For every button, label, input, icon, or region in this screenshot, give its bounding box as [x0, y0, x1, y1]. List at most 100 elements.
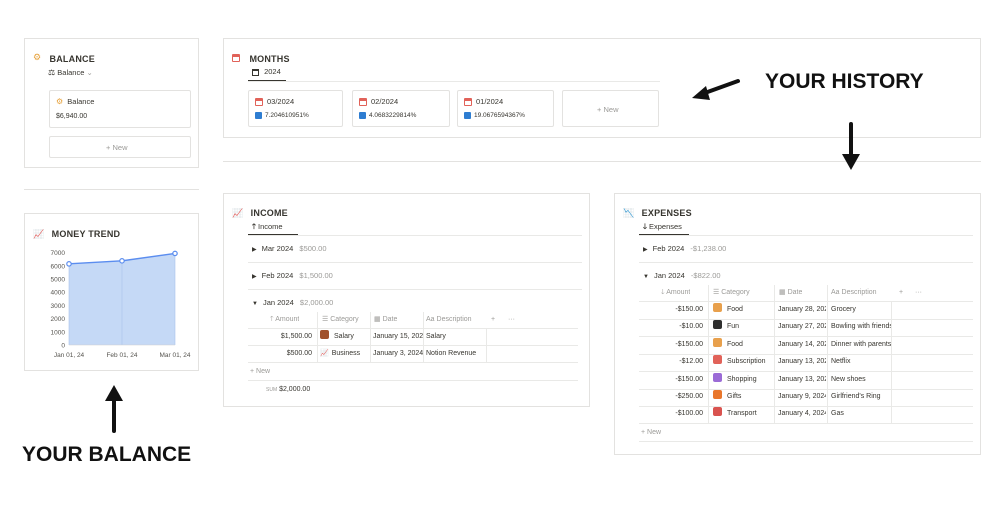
cell-amount[interactable]: -$150.00	[639, 372, 707, 388]
cell-date[interactable]: January 4, 2024	[778, 406, 826, 422]
cell-category[interactable]: Food	[713, 337, 773, 353]
expenses-group-jan[interactable]: ▼ Jan 2024 -$822.00	[643, 271, 721, 280]
up-arrow-icon	[105, 385, 123, 433]
column-header-amount[interactable]: 🡑 Amount	[270, 312, 299, 328]
money-trend-chart: 7000 6000 5000 4000 3000 2000 1000 0 Jan 01, 24 F…	[51, 250, 191, 359]
data-point	[66, 261, 72, 267]
cell-date[interactable]: January 14, 2024	[778, 337, 826, 353]
cell-description[interactable]: Notion Revenue	[426, 346, 486, 362]
cell-category[interactable]: 📈 Business	[320, 346, 370, 362]
column-header-date[interactable]: ▦ Date	[374, 312, 397, 328]
balance-header: ⚙ BALANCE	[33, 49, 95, 67]
months-new-label: New	[603, 105, 619, 114]
cell-description[interactable]: Bowling with friends	[831, 319, 891, 335]
divider	[248, 289, 582, 290]
more-options-icon[interactable]: ···	[508, 312, 515, 328]
cell-date[interactable]: January 27, 2024	[778, 319, 826, 335]
cell-date[interactable]: January 3, 2024	[373, 346, 423, 362]
column-label: Date	[382, 316, 398, 323]
column-header-description[interactable]: Aa Description	[831, 285, 877, 301]
month-card[interactable]: 02/2024 4.0683229814%	[352, 90, 450, 127]
month-card-value: 7.204610951%	[265, 112, 309, 120]
cell-description[interactable]: Netflix	[831, 354, 891, 370]
cell-amount[interactable]: $1,500.00	[248, 329, 316, 345]
add-column-button[interactable]: +	[899, 285, 903, 301]
cell-amount[interactable]: -$10.00	[639, 319, 707, 335]
cell-date[interactable]: January 9, 2024	[778, 389, 826, 405]
group-label: Mar 2024	[261, 244, 294, 253]
cell-category[interactable]: Fun	[713, 319, 773, 335]
income-group-mar[interactable]: ▶ Mar 2024 $500.00	[252, 244, 327, 253]
sum-value: $2,000.00	[279, 386, 311, 393]
category-icon	[713, 355, 722, 365]
expenses-header: 📉 EXPENSES	[623, 203, 692, 221]
column-divider	[827, 285, 828, 423]
month-card-title: 02/2024	[371, 97, 399, 106]
add-column-button[interactable]: +	[491, 312, 495, 328]
money-trend-panel: 📈 MONEY TREND 7000 6000 5000 4000 3000 2000 10…	[24, 213, 199, 371]
group-total: -$1,238.00	[690, 244, 727, 253]
cell-date[interactable]: January 13, 2024	[778, 372, 826, 388]
cell-category[interactable]: Salary	[320, 329, 370, 345]
cell-category[interactable]: Transport	[713, 406, 773, 422]
group-total: $1,500.00	[299, 271, 333, 280]
income-group-jan[interactable]: ▼ Jan 2024 $2,000.00	[252, 298, 333, 307]
x-tick-label: Jan 01, 24	[54, 352, 85, 359]
months-tab-2024[interactable]: 2024	[252, 67, 281, 76]
triangle-right-icon: ▶	[643, 247, 648, 253]
cell-amount[interactable]: -$12.00	[639, 354, 707, 370]
calendar-icon	[464, 98, 472, 107]
cell-category[interactable]: Gifts	[713, 389, 773, 405]
column-header-amount[interactable]: 🡓 Amount	[661, 285, 690, 301]
column-header-category[interactable]: ☰ Category	[322, 312, 359, 328]
cell-amount[interactable]: -$250.00	[639, 389, 707, 405]
expenses-tab[interactable]: 🡓 Expenses	[643, 221, 682, 234]
expenses-group-feb[interactable]: ▶ Feb 2024 -$1,238.00	[643, 244, 726, 253]
more-options-icon[interactable]: ···	[915, 285, 922, 301]
cell-description[interactable]: Dinner with parents	[831, 337, 891, 353]
column-header-description[interactable]: Aa Description	[426, 312, 472, 328]
column-divider	[423, 312, 424, 362]
cell-amount[interactable]: -$150.00	[639, 337, 707, 353]
months-new-button[interactable]: + New	[562, 90, 659, 127]
x-tick-label: Feb 01, 24	[106, 352, 137, 359]
cell-date[interactable]: January 15, 2024	[373, 329, 423, 345]
balance-gallery-card[interactable]: ⚙ Balance $6,940.00	[49, 90, 191, 128]
cell-amount[interactable]: $500.00	[248, 346, 316, 362]
cell-date[interactable]: January 28, 2024	[778, 302, 826, 318]
column-label: Amount	[666, 289, 691, 296]
balance-view-tab[interactable]: ⚖ Balance ⌄	[48, 68, 93, 77]
cell-date[interactable]: January 13, 2024	[778, 354, 826, 370]
y-tick-label: 6000	[51, 263, 66, 270]
chart-icon: 📈	[320, 350, 329, 357]
cell-description[interactable]: Grocery	[831, 302, 891, 318]
cell-description[interactable]: Girlfriend's Ring	[831, 389, 891, 405]
category-label: Salary	[334, 333, 354, 340]
expenses-new-row-button[interactable]: + New	[641, 425, 661, 441]
cell-amount[interactable]: -$150.00	[639, 302, 707, 318]
month-card[interactable]: 01/2024 19.0676594367%	[457, 90, 554, 127]
plus-icon: +	[106, 143, 111, 152]
cell-category[interactable]: Shopping	[713, 372, 773, 388]
column-divider	[708, 285, 709, 423]
cell-amount[interactable]: -$100.00	[639, 406, 707, 422]
income-group-feb[interactable]: ▶ Feb 2024 $1,500.00	[252, 271, 333, 280]
cell-description[interactable]: New shoes	[831, 372, 891, 388]
column-header-category[interactable]: ☰ Category	[713, 285, 750, 301]
column-header-date[interactable]: ▦ Date	[779, 285, 802, 301]
income-title: INCOME	[250, 208, 288, 218]
triangle-down-icon: ▼	[252, 301, 258, 307]
cell-category[interactable]: Subscription	[713, 354, 773, 370]
money-trend-header: 📈 MONEY TREND	[33, 224, 120, 242]
balance-new-button[interactable]: + New	[49, 136, 191, 158]
income-tab[interactable]: 🡑 Income	[252, 221, 283, 234]
cell-description[interactable]: Salary	[426, 329, 486, 345]
list-icon: ☰	[322, 316, 329, 323]
arrow-down-icon: 🡓	[661, 289, 665, 296]
cell-category[interactable]: Food	[713, 302, 773, 318]
divider	[248, 362, 578, 363]
cell-description[interactable]: Gas	[831, 406, 891, 422]
income-new-row-button[interactable]: + New	[250, 364, 270, 380]
month-card[interactable]: 03/2024 7.204610951%	[248, 90, 343, 127]
month-card-title: 03/2024	[267, 97, 295, 106]
